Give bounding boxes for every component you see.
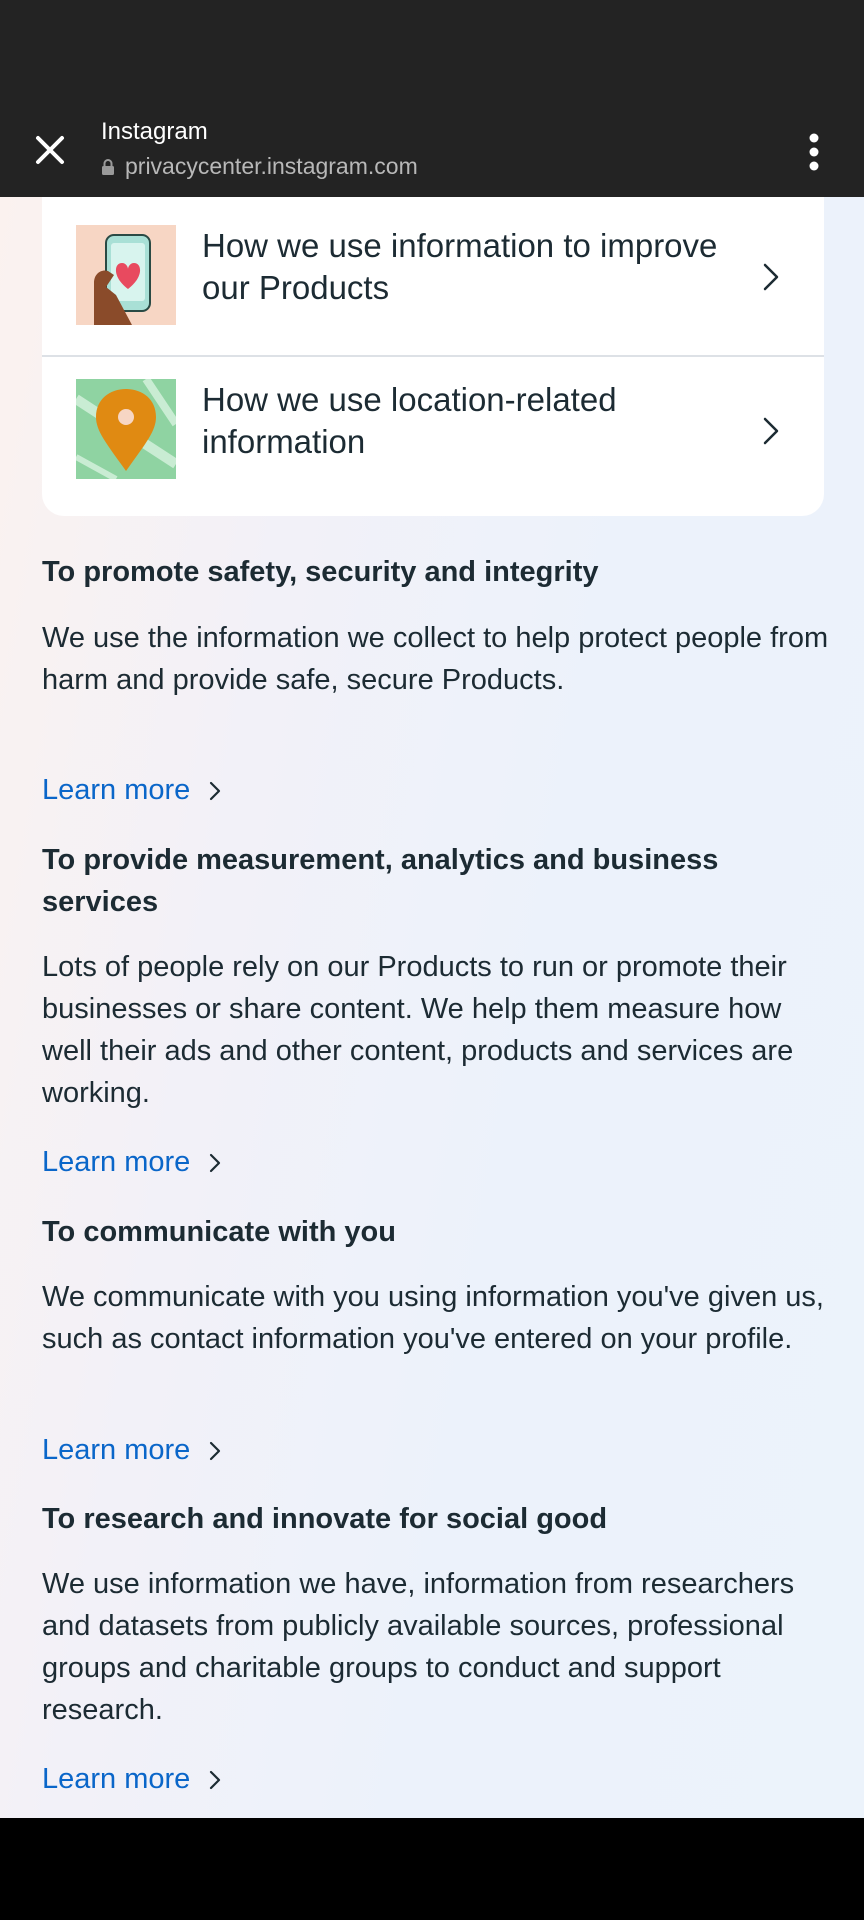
browser-toolbar: Instagram privacycenter.instagram.com — [0, 108, 864, 197]
section-research-body: We use information we have, information … — [42, 1563, 832, 1731]
section-communicate: To communicate with you — [42, 1211, 832, 1253]
learn-more-label: Learn more — [42, 774, 191, 806]
section-heading: To provide measurement, analytics and bu… — [42, 844, 719, 918]
topics-card: How we use information to improve our Pr… — [42, 197, 824, 516]
topic-label: How we use location-related information — [202, 381, 617, 460]
learn-more-link[interactable]: Learn more — [42, 774, 222, 807]
more-options-button[interactable] — [800, 130, 828, 174]
status-bar — [0, 0, 864, 108]
lock-icon — [102, 158, 114, 175]
learn-more-link[interactable]: Learn more — [42, 1146, 222, 1179]
section-body: We communicate with you using informatio… — [42, 1281, 824, 1355]
section-safety-body: We use the information we collect to hel… — [42, 617, 832, 701]
topic-row-improve-products[interactable]: How we use information to improve our Pr… — [42, 203, 824, 355]
url-bar[interactable]: privacycenter.instagram.com — [101, 153, 418, 180]
chevron-right-icon — [210, 1770, 221, 1789]
section-body: We use information we have, information … — [42, 1568, 795, 1726]
url-text: privacycenter.instagram.com — [125, 153, 418, 179]
section-safety: To promote safety, security and integrit… — [42, 551, 832, 593]
section-communicate-body: We communicate with you using informatio… — [42, 1276, 832, 1360]
topic-row-location-info[interactable]: How we use location-related information — [42, 357, 824, 509]
chevron-right-icon — [210, 1153, 221, 1172]
chevron-right-icon — [763, 263, 779, 291]
chevron-right-icon — [210, 781, 221, 800]
learn-more-label: Learn more — [42, 1434, 191, 1466]
section-heading: To communicate with you — [42, 1216, 396, 1248]
learn-more-label: Learn more — [42, 1763, 191, 1795]
section-heading: To research and innovate for social good — [42, 1503, 608, 1535]
chevron-right-icon — [210, 1441, 221, 1460]
map-pin-illustration-icon — [76, 379, 176, 479]
close-icon — [36, 136, 64, 164]
page-title: Instagram — [101, 118, 208, 145]
phone-heart-illustration-icon — [76, 225, 176, 325]
learn-more-link[interactable]: Learn more — [42, 1763, 222, 1796]
learn-more-link[interactable]: Learn more — [42, 1434, 222, 1467]
learn-more-label: Learn more — [42, 1146, 191, 1178]
section-measurement-body: Lots of people rely on our Products to r… — [42, 946, 832, 1114]
chevron-right-icon — [763, 417, 779, 445]
page-content: How we use information to improve our Pr… — [0, 197, 864, 1818]
topic-label: How we use information to improve our Pr… — [202, 227, 718, 306]
section-body: Lots of people rely on our Products to r… — [42, 951, 794, 1109]
section-body: We use the information we collect to hel… — [42, 622, 829, 696]
section-heading: To promote safety, security and integrit… — [42, 556, 599, 588]
section-research: To research and innovate for social good — [42, 1498, 832, 1540]
more-vert-icon — [809, 133, 819, 171]
system-navigation-bar — [0, 1818, 864, 1920]
close-button[interactable] — [30, 130, 70, 170]
section-measurement: To provide measurement, analytics and bu… — [42, 839, 832, 923]
